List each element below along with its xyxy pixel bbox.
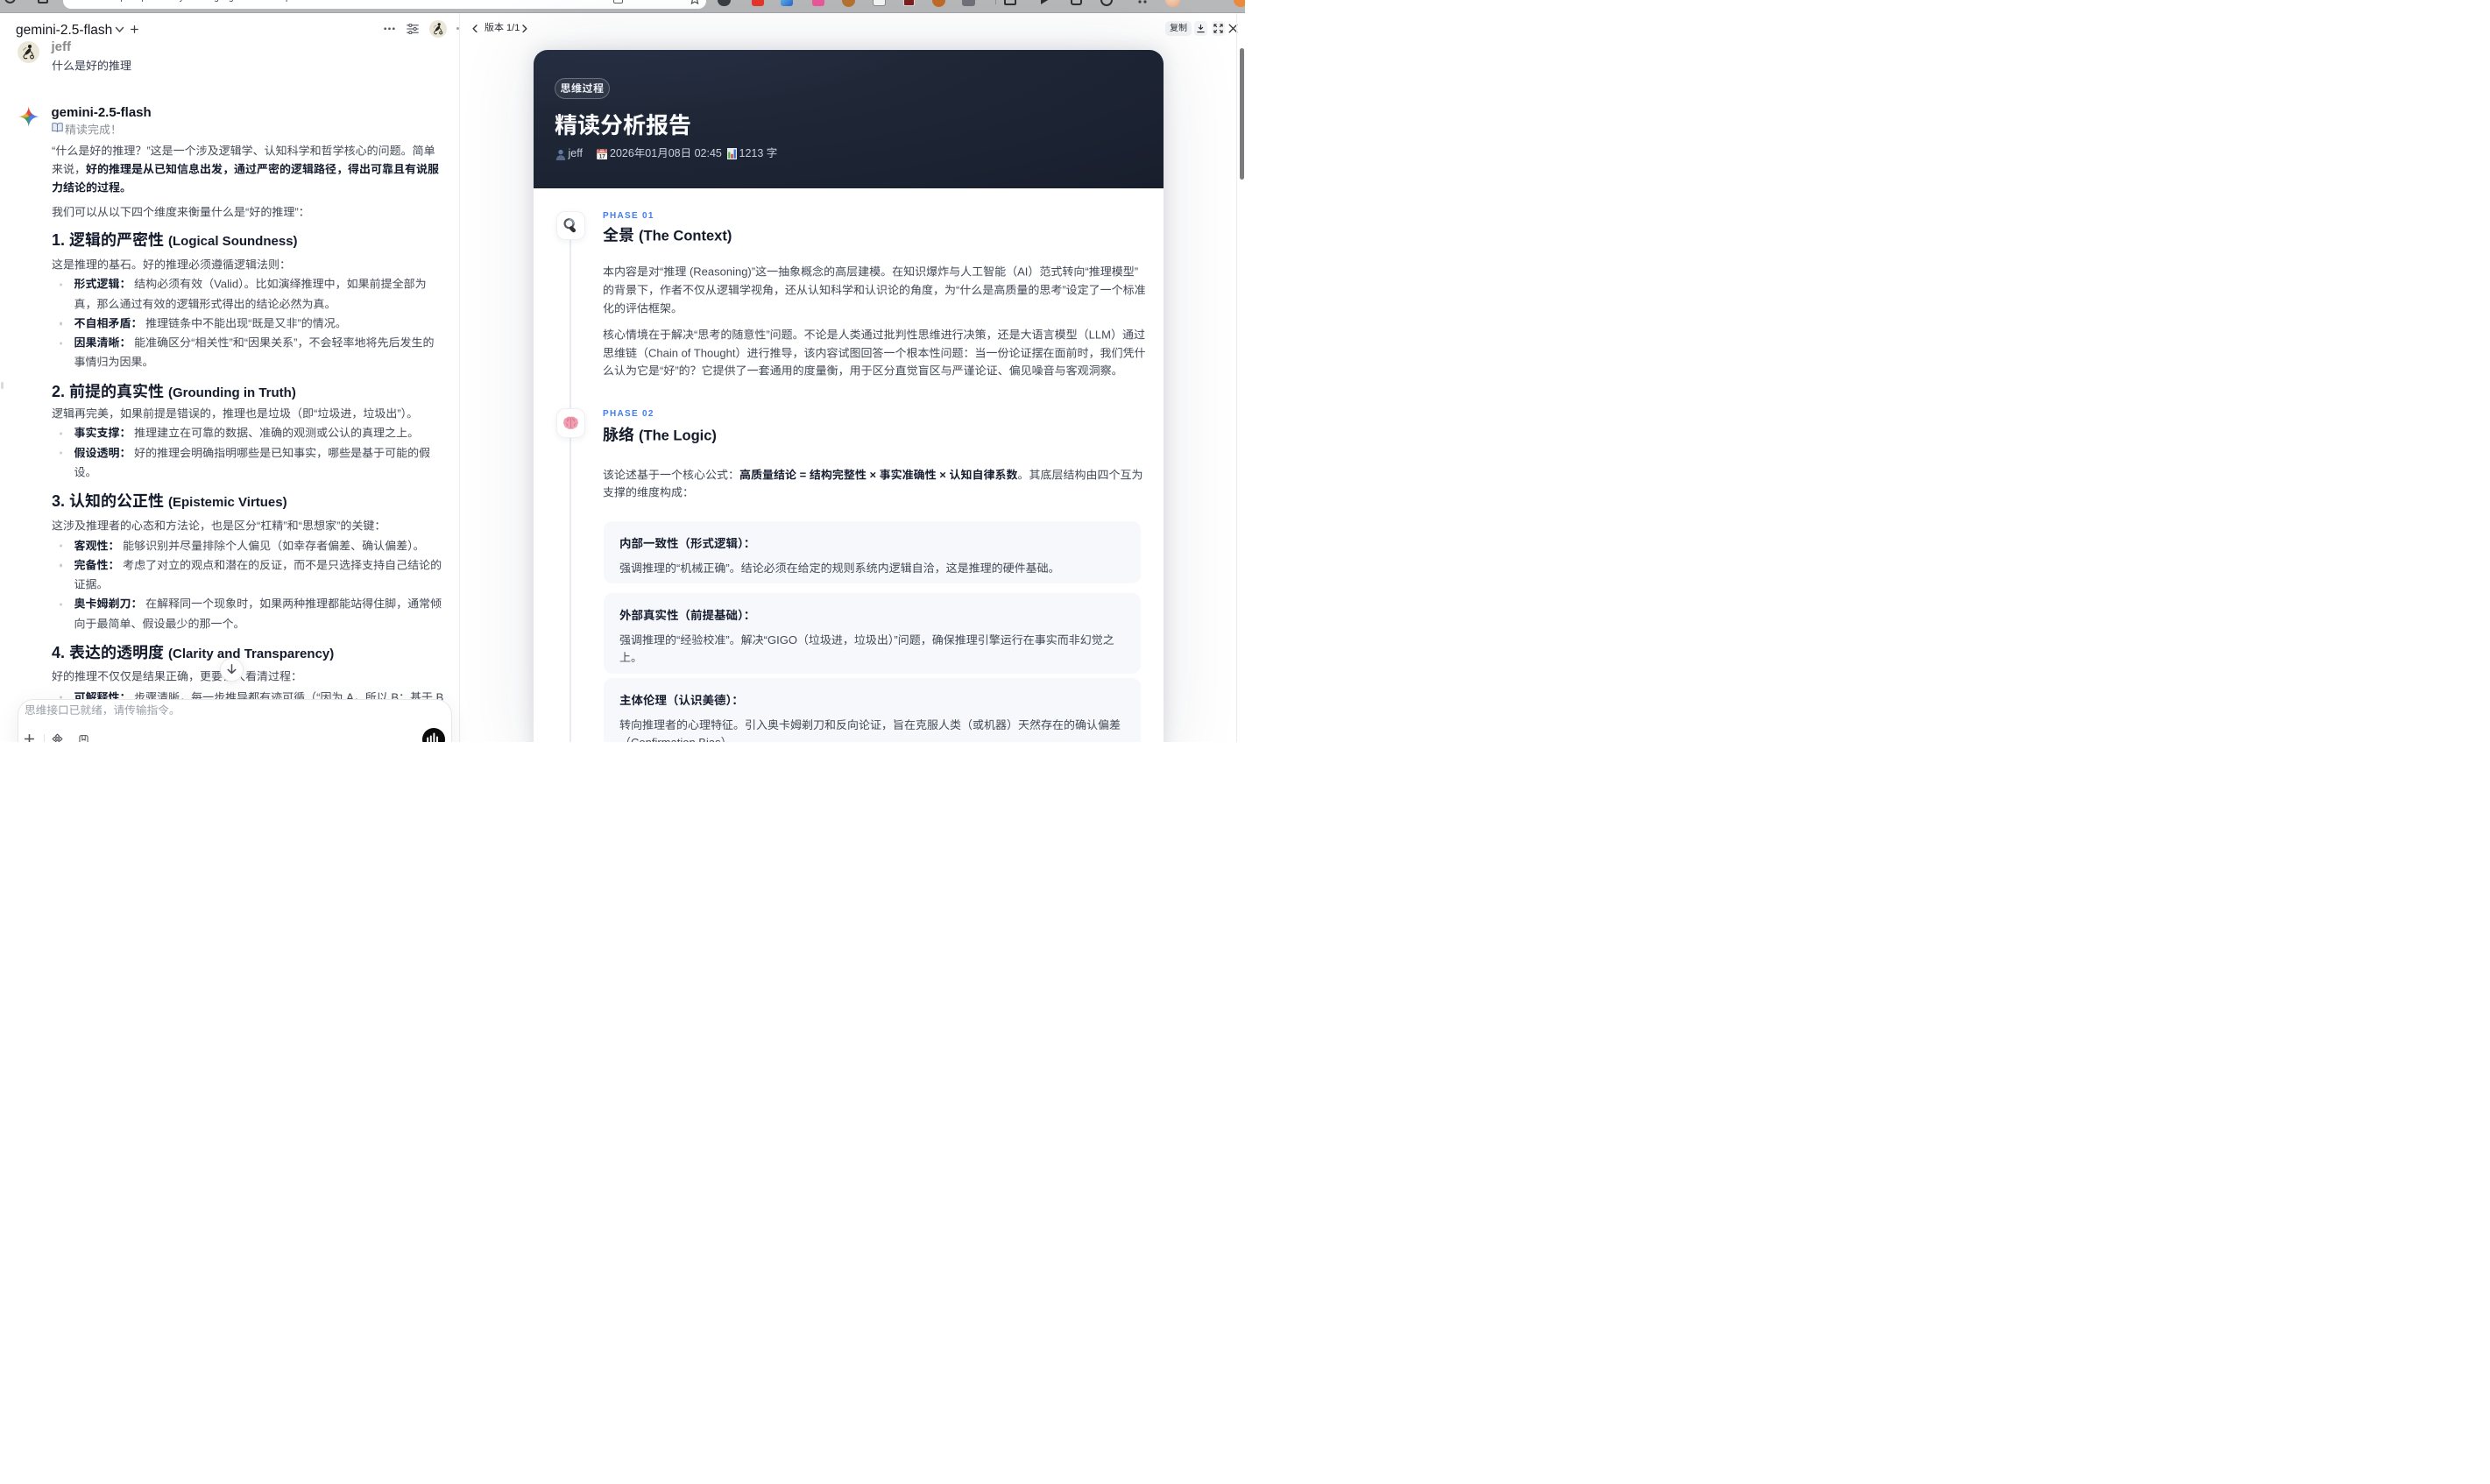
svg-text:JUL: JUL <box>599 149 605 152</box>
svg-text:17: 17 <box>598 153 605 159</box>
